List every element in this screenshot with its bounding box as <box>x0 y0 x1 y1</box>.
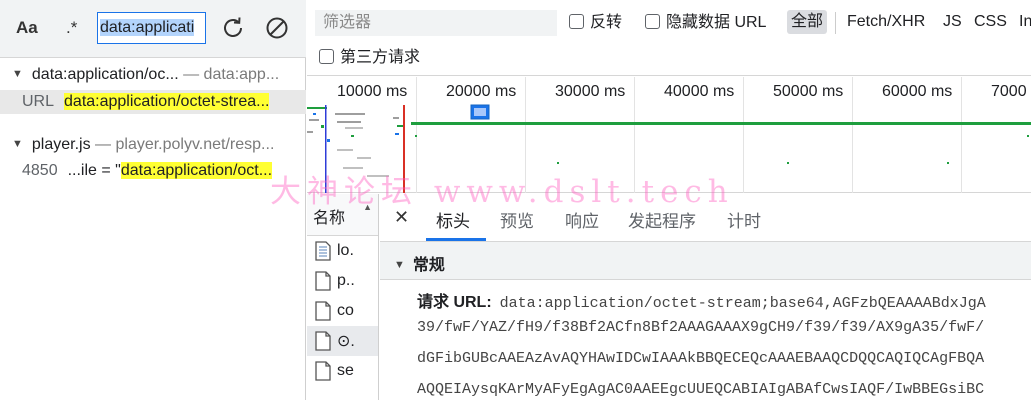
request-url-value[interactable]: data:application/octet-stream;base64,AGF… <box>500 295 986 312</box>
filter-type-fetch-xhr[interactable]: Fetch/XHR <box>843 10 929 34</box>
request-name: co <box>337 302 354 319</box>
tab-headers[interactable]: 标头 <box>436 207 470 232</box>
request-url-row: 请求 URL: data:application/octet-stream;bas… <box>417 288 986 312</box>
hide-data-urls-checkbox[interactable]: 隐藏数据 URL <box>645 13 766 33</box>
filter-input[interactable]: 筛选器 <box>315 10 557 36</box>
document-file-icon <box>315 241 331 261</box>
filter-type-js[interactable]: JS <box>939 10 966 34</box>
line-number: 4850 <box>22 162 58 179</box>
expand-triangle-icon[interactable]: ▼ <box>12 68 23 80</box>
expand-triangle-icon[interactable]: ▼ <box>394 259 405 271</box>
third-party-checkbox[interactable]: 第三方请求 <box>319 48 420 68</box>
result-origin: data:app... <box>203 66 280 83</box>
search-toolbar: Aa .* data:applicati <box>0 0 306 58</box>
result-separator: — <box>178 66 204 83</box>
request-name: ⊙. <box>337 333 355 350</box>
result-origin: player.polyv.net/resp... <box>115 136 275 153</box>
file-icon <box>315 361 331 381</box>
search-input[interactable]: data:applicati <box>97 12 206 44</box>
tab-response[interactable]: 响应 <box>565 207 599 232</box>
search-result-match[interactable]: 4850 ...ile = "data:application/oct... <box>0 162 306 180</box>
sort-ascending-icon[interactable]: ▲ <box>363 202 372 212</box>
tab-timing[interactable]: 计时 <box>727 207 761 232</box>
result-file-name: data:application/oc... <box>31 66 179 83</box>
third-party-label: 第三方请求 <box>340 49 421 66</box>
request-list: 名称 ▲ lo. p.. co ⊙. se <box>307 194 379 400</box>
name-column-header[interactable]: 名称 ▲ <box>307 194 378 236</box>
section-title: 常规 <box>412 257 445 274</box>
close-icon[interactable]: ✕ <box>394 207 409 228</box>
filter-type-all[interactable]: 全部 <box>787 10 828 34</box>
checkbox-box[interactable] <box>645 14 660 29</box>
result-file-name: player.js <box>31 136 91 153</box>
request-details: ✕ 标头 预览 响应 发起程序 计时 ▼ 常规 请求 URL: data:appli… <box>380 194 1031 400</box>
clear-search-icon[interactable] <box>263 14 291 42</box>
regex-toggle[interactable]: .* <box>66 18 77 38</box>
request-name: lo. <box>337 242 354 259</box>
active-tab-indicator <box>426 238 486 241</box>
search-result-match[interactable]: URL data:application/octet-strea... <box>0 90 306 114</box>
filter-type-img[interactable]: In <box>1015 10 1031 34</box>
request-name: p.. <box>337 272 355 289</box>
checkbox-box[interactable] <box>569 14 584 29</box>
request-url-label: 请求 URL: <box>417 294 492 311</box>
file-icon <box>315 271 331 291</box>
devtools-window: Aa .* data:applicati ▼ data:application/o… <box>0 0 1031 400</box>
refresh-icon[interactable] <box>219 14 247 42</box>
filter-type-css[interactable]: CSS <box>970 10 1011 34</box>
checkbox-box[interactable] <box>319 49 334 64</box>
file-icon <box>315 331 331 351</box>
request-url-continued[interactable]: AQQEIAysqKArMyAFyEgAgAC0AAEEgcUUEQCABIAI… <box>417 381 984 398</box>
search-panel: Aa .* data:applicati ▼ data:application/o… <box>0 0 306 400</box>
request-name: se <box>337 362 354 379</box>
line-prefix: ...ile = " <box>67 162 121 179</box>
request-row[interactable]: lo. <box>307 236 378 266</box>
search-result-file[interactable]: ▼ data:application/oc... — data:app... <box>0 66 306 88</box>
result-separator: — <box>90 136 116 153</box>
network-filter-bar: 筛选器 反转 隐藏数据 URL 全部 Fetch/XHR JS CSS In 第… <box>307 0 1031 76</box>
name-column-label: 名称 <box>313 210 346 227</box>
divider <box>835 12 836 34</box>
match-text: data:application/octet-strea... <box>64 93 270 110</box>
details-tabbar: ✕ 标头 预览 响应 发起程序 计时 <box>380 194 1031 242</box>
match-label: URL <box>22 93 55 110</box>
invert-checkbox[interactable]: 反转 <box>569 13 622 33</box>
expand-triangle-icon[interactable]: ▼ <box>12 138 23 150</box>
general-section-header[interactable]: ▼ 常规 <box>380 242 1031 280</box>
request-row[interactable]: se <box>307 356 378 386</box>
request-url-continued[interactable]: 39/fwF/YAZ/fH9/f38Bf2ACfn8Bf2AAAGAAAX9gC… <box>417 319 984 336</box>
hide-data-urls-label: 隐藏数据 URL <box>666 14 767 31</box>
network-timeline[interactable]: 10000 ms 20000 ms 30000 ms 40000 ms 5000… <box>307 77 1031 193</box>
search-query: data:applicati <box>100 19 195 36</box>
tab-preview[interactable]: 预览 <box>500 207 534 232</box>
request-row-selected[interactable]: ⊙. <box>307 326 378 356</box>
timeline-waterfall <box>307 104 1031 193</box>
request-url-continued[interactable]: dGFibGUBcAAEAzAvAQYHAwIDCwIAAAkBBQECEQcA… <box>417 350 984 367</box>
tab-initiator[interactable]: 发起程序 <box>628 207 696 232</box>
invert-label: 反转 <box>590 14 623 31</box>
request-row[interactable]: p.. <box>307 266 378 296</box>
search-result-file[interactable]: ▼ player.js — player.polyv.net/resp... <box>0 136 306 154</box>
match-case-toggle[interactable]: Aa <box>16 18 38 38</box>
file-icon <box>315 301 331 321</box>
request-row[interactable]: co <box>307 296 378 326</box>
match-text: data:application/oct... <box>120 162 273 179</box>
